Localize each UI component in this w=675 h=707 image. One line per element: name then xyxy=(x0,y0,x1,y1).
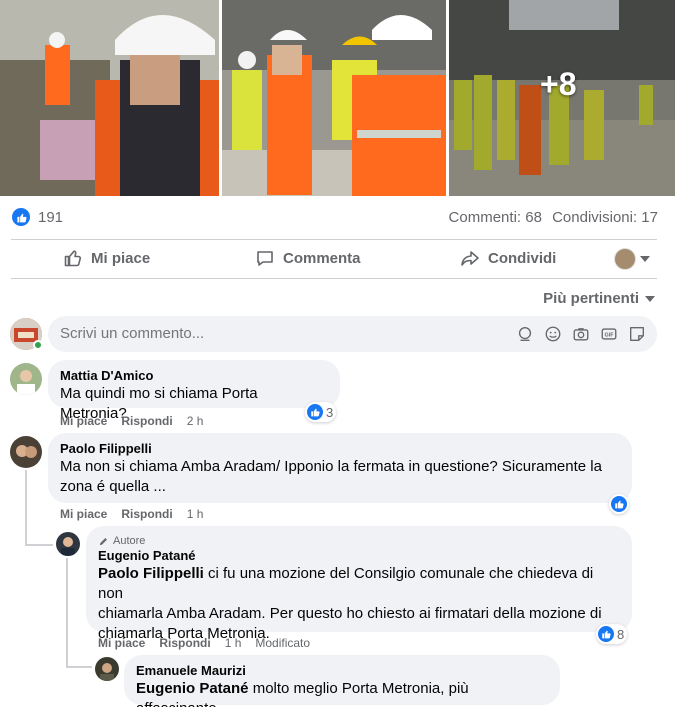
like-reaction-icon xyxy=(307,404,323,420)
page-avatar xyxy=(614,248,636,270)
reply-text-line: Eugenio Patané molto meglio Porta Metron… xyxy=(136,679,548,707)
post-actions: Mi piace Commenta Condividi xyxy=(0,240,675,278)
gif-icon[interactable]: GIF xyxy=(599,324,619,344)
edited-label[interactable]: Modificato xyxy=(255,636,310,650)
commenter-avatar[interactable] xyxy=(10,436,42,468)
comment-like-link[interactable]: Mi piace xyxy=(60,507,107,521)
share-arrow-icon xyxy=(461,251,479,266)
share-button-label: Condividi xyxy=(488,249,557,267)
mention-link[interactable]: Eugenio Patané xyxy=(136,680,249,697)
thumbs-up-icon xyxy=(64,250,82,267)
thread-connector xyxy=(66,666,92,668)
comment-like-link[interactable]: Mi piace xyxy=(60,414,107,428)
reaction-count: 3 xyxy=(326,404,334,420)
comment-bubble-icon xyxy=(257,251,273,266)
reply-timestamp[interactable]: 1 h xyxy=(225,636,242,650)
thread-connector xyxy=(25,470,27,546)
reaction-count: 8 xyxy=(617,626,625,642)
comment-reactions[interactable]: 3 xyxy=(305,402,337,422)
commenter-avatar[interactable] xyxy=(95,657,119,681)
comment-bubble: Paolo Filippelli Ma non si chiama Amba A… xyxy=(48,433,632,503)
comment-text-line: zona é quella ... xyxy=(60,478,166,495)
online-status-indicator xyxy=(33,340,43,350)
comment-meta: Mi piace Rispondi 2 h xyxy=(60,414,203,428)
sticker-icon[interactable] xyxy=(627,324,647,344)
comment-input[interactable] xyxy=(60,325,500,342)
avatar-sticker-icon[interactable] xyxy=(515,324,535,344)
comment-timestamp[interactable]: 1 h xyxy=(187,507,204,521)
comment-author[interactable]: Paolo Filippelli xyxy=(60,441,620,457)
thread-connector xyxy=(25,544,53,546)
like-reaction-icon[interactable] xyxy=(12,208,30,226)
reply-bubble: Autore Eugenio Patané Paolo Filippelli c… xyxy=(86,526,632,642)
comment-button[interactable]: Commenta xyxy=(255,248,361,268)
reply-author[interactable]: Emanuele Maurizi xyxy=(136,663,548,679)
composer-tools: GIF xyxy=(507,324,647,344)
svg-text:GIF: GIF xyxy=(605,333,615,339)
reply-text-line: chiamarla Amba Aradam. Per questo ho chi… xyxy=(98,605,602,622)
camera-icon[interactable] xyxy=(571,324,591,344)
comment-bubble: Mattia D'Amico Ma quindi mo si chiama Po… xyxy=(48,360,340,422)
thread-connector xyxy=(66,558,68,668)
like-reaction-icon xyxy=(611,496,627,512)
reply-reactions[interactable]: 8 xyxy=(596,624,628,644)
commenter-avatar[interactable] xyxy=(10,363,42,395)
emoji-icon[interactable] xyxy=(543,324,563,344)
like-count[interactable]: 191 xyxy=(38,209,63,226)
mention-link[interactable]: Paolo Filippelli xyxy=(98,565,204,582)
comment-reply-link[interactable]: Rispondi xyxy=(121,414,172,428)
post-photo-3[interactable]: +8 xyxy=(449,0,675,196)
comment-composer[interactable]: GIF xyxy=(48,316,657,352)
chevron-down-icon xyxy=(640,256,650,262)
comment-reactions[interactable] xyxy=(609,494,629,514)
author-badge: Autore xyxy=(98,534,620,548)
post-photo-1[interactable] xyxy=(0,0,219,196)
reply-like-link[interactable]: Mi piace xyxy=(98,636,145,650)
comment-timestamp[interactable]: 2 h xyxy=(187,414,204,428)
comments-count[interactable]: Commenti: 68 xyxy=(449,209,542,226)
pencil-icon xyxy=(99,537,107,545)
author-avatar[interactable] xyxy=(56,532,80,556)
chevron-down-icon xyxy=(645,295,655,302)
comment-text-line: Ma non si chiama Amba Aradam/ Ipponio la… xyxy=(60,458,602,475)
comment-meta: Mi piace Rispondi 1 h xyxy=(60,507,203,521)
reply-text-line: Paolo Filippelli ci fu una mozione del C… xyxy=(98,564,620,604)
like-button[interactable]: Mi piace xyxy=(63,248,150,268)
reactions-summary: 191 Commenti: 68 Condivisioni: 17 xyxy=(0,196,675,240)
reply-meta: Mi piace Rispondi 1 h Modificato xyxy=(98,636,310,650)
more-photos-count[interactable]: +8 xyxy=(540,66,576,103)
divider xyxy=(11,278,657,279)
author-badge-label: Autore xyxy=(113,535,146,547)
reply-bubble: Emanuele Maurizi Eugenio Patané molto me… xyxy=(124,655,560,707)
reaction-profile-selector[interactable] xyxy=(614,248,650,270)
share-button[interactable]: Condividi xyxy=(460,248,556,268)
comment-reply-link[interactable]: Rispondi xyxy=(121,507,172,521)
post-photo-2[interactable] xyxy=(222,0,446,196)
comment-button-label: Commenta xyxy=(283,249,361,267)
post-photo-grid: +8 xyxy=(0,0,675,196)
comment-sort-dropdown[interactable]: Più pertinenti xyxy=(543,290,655,307)
reply-reply-link[interactable]: Rispondi xyxy=(159,636,210,650)
engagement-counts: Commenti: 68 Condivisioni: 17 xyxy=(449,209,658,226)
like-button-label: Mi piace xyxy=(91,249,151,267)
comment-author[interactable]: Mattia D'Amico xyxy=(60,368,328,384)
like-reaction-icon xyxy=(598,626,614,642)
reply-author[interactable]: Eugenio Patané xyxy=(98,548,620,564)
shares-count[interactable]: Condivisioni: 17 xyxy=(552,209,658,226)
sort-label: Più pertinenti xyxy=(543,290,639,307)
